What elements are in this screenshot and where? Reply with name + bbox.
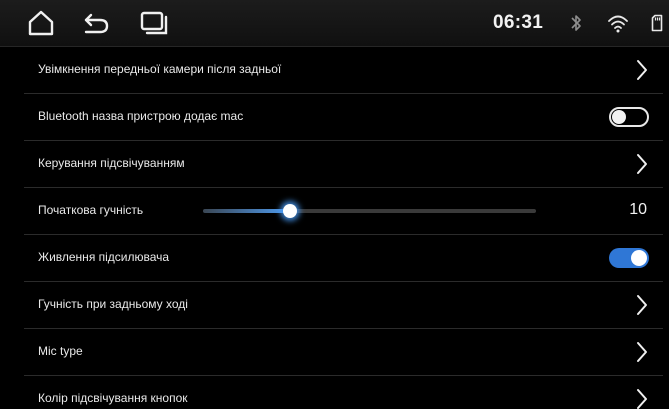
setting-initial-volume: Початкова гучність 10 xyxy=(24,188,663,235)
recent-apps-icon xyxy=(139,10,169,36)
initial-volume-slider[interactable] xyxy=(203,204,536,218)
bluetooth-mac-toggle[interactable] xyxy=(609,107,649,127)
chevron-right-icon xyxy=(637,60,647,80)
setting-reverse-volume[interactable]: Гучність при задньому ході xyxy=(24,282,663,329)
home-button[interactable] xyxy=(24,6,58,40)
back-button[interactable] xyxy=(80,6,114,40)
slider-fill xyxy=(203,209,290,213)
initial-volume-value: 10 xyxy=(629,201,647,218)
back-icon xyxy=(82,11,112,35)
settings-list: Увімкнення передньої камери після задньо… xyxy=(0,47,669,409)
setting-button-backlight-color[interactable]: Колір підсвічування кнопок xyxy=(24,376,663,409)
recent-apps-button[interactable] xyxy=(137,6,171,40)
chevron-right-icon xyxy=(637,389,647,409)
setting-amplifier-power[interactable]: Живлення підсилювача xyxy=(24,235,663,282)
chevron-right-icon xyxy=(637,295,647,315)
toggle-knob xyxy=(612,110,626,124)
setting-backlight-control[interactable]: Керування підсвічуванням xyxy=(24,141,663,188)
status-bar: 06:31 xyxy=(0,0,669,47)
setting-label: Керування підсвічуванням xyxy=(38,156,185,170)
android-screen: 06:31 Увімкнення передньої камери після … xyxy=(0,0,669,409)
clock: 06:31 xyxy=(493,12,544,33)
home-icon xyxy=(27,10,55,36)
bluetooth-icon xyxy=(568,10,584,36)
setting-label: Початкова гучність xyxy=(38,203,144,217)
setting-front-camera-after-rear[interactable]: Увімкнення передньої камери після задньо… xyxy=(24,47,663,94)
setting-label: Bluetooth назва пристрою додає mac xyxy=(38,109,244,123)
setting-label: Гучність при задньому ході xyxy=(38,297,188,311)
chevron-right-icon xyxy=(637,154,647,174)
setting-label: Mic type xyxy=(38,344,83,358)
toggle-knob xyxy=(631,250,647,266)
sd-card-icon xyxy=(650,10,664,36)
setting-label: Увімкнення передньої камери після задньо… xyxy=(38,62,282,76)
amplifier-power-toggle[interactable] xyxy=(609,248,649,268)
setting-bluetooth-name-mac[interactable]: Bluetooth назва пристрою додає mac xyxy=(24,94,663,141)
slider-thumb[interactable] xyxy=(282,204,297,218)
chevron-right-icon xyxy=(637,342,647,362)
wifi-icon xyxy=(606,10,630,36)
setting-mic-type[interactable]: Mic type xyxy=(24,329,663,376)
setting-label: Живлення підсилювача xyxy=(38,250,170,264)
setting-label: Колір підсвічування кнопок xyxy=(38,391,188,405)
